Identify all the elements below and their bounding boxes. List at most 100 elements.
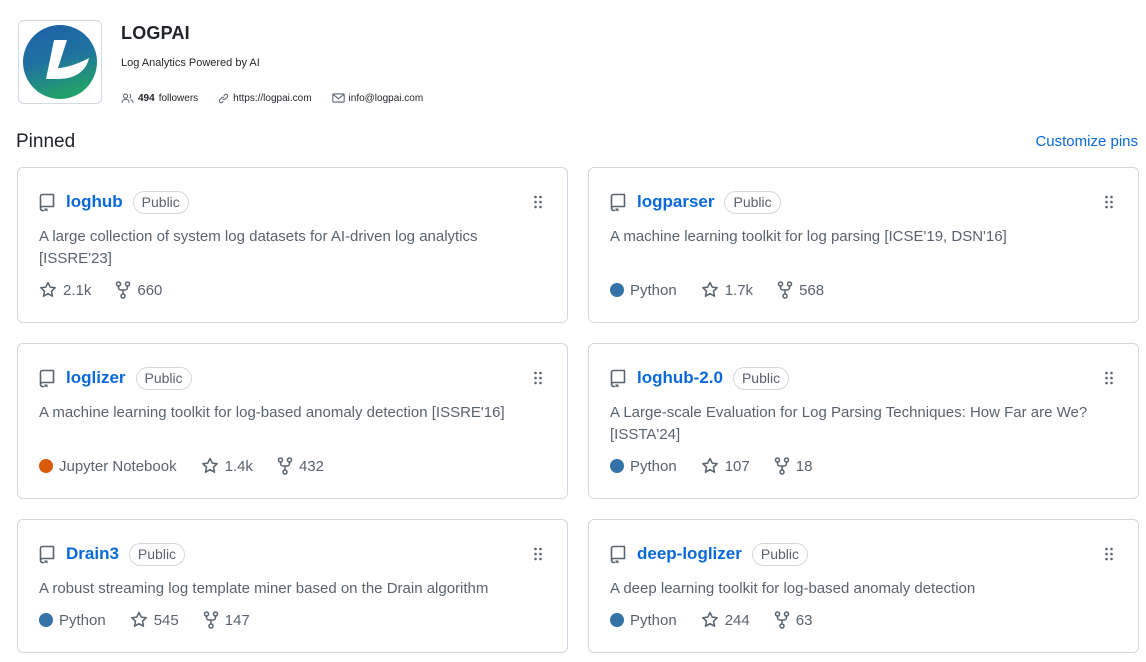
language-indicator: Python bbox=[610, 612, 677, 629]
repo-name-link[interactable]: loglizer bbox=[66, 368, 126, 388]
star-icon bbox=[701, 281, 718, 297]
stars-link[interactable]: 545 bbox=[130, 611, 179, 629]
language-color-dot bbox=[610, 283, 624, 297]
repo-header: loghub-2.0 Public bbox=[610, 366, 790, 390]
stars-count: 1.7k bbox=[724, 281, 754, 299]
repo-icon bbox=[610, 193, 626, 211]
followers-label: followers bbox=[158, 92, 199, 104]
visibility-badge: Public bbox=[732, 366, 790, 390]
visibility-badge: Public bbox=[128, 542, 186, 566]
stars-count: 107 bbox=[724, 457, 750, 475]
mail-icon bbox=[331, 93, 345, 103]
email-text: info@logpai.com bbox=[348, 92, 424, 104]
language-indicator: Jupyter Notebook bbox=[39, 458, 177, 475]
visibility-badge: Public bbox=[135, 366, 192, 390]
repo-name-link[interactable]: deep-loglizer bbox=[637, 544, 742, 564]
followers-link[interactable]: 494 followers bbox=[121, 93, 198, 104]
star-icon bbox=[701, 457, 718, 473]
stars-link[interactable]: 244 bbox=[701, 611, 750, 629]
forks-link[interactable]: 660 bbox=[115, 281, 162, 299]
language-name: Jupyter Notebook bbox=[59, 457, 177, 475]
forks-count: 18 bbox=[795, 457, 813, 475]
fork-icon bbox=[203, 611, 218, 629]
visibility-badge: Public bbox=[751, 542, 808, 566]
website-text: https://logpai.com bbox=[233, 92, 312, 104]
repo-header: logparser Public bbox=[610, 190, 781, 214]
repo-header: Drain3 Public bbox=[39, 542, 186, 566]
stars-link[interactable]: 2.1k bbox=[39, 281, 91, 299]
drag-handle-icon[interactable] bbox=[1104, 371, 1114, 385]
forks-count: 568 bbox=[799, 281, 825, 299]
fork-icon bbox=[774, 611, 789, 629]
drag-handle-icon[interactable] bbox=[533, 371, 543, 385]
repo-header: loghub Public bbox=[39, 190, 189, 214]
link-icon bbox=[218, 93, 229, 103]
forks-link[interactable]: 18 bbox=[774, 457, 813, 475]
fork-icon bbox=[777, 281, 793, 299]
repo-header: loglizer Public bbox=[39, 366, 192, 390]
pinned-repo-card: loghub-2.0 Public A Large-scale Evaluati… bbox=[588, 343, 1139, 499]
forks-count: 147 bbox=[224, 611, 250, 629]
repo-description: A deep learning toolkit for log-based an… bbox=[610, 580, 976, 597]
stars-count: 2.1k bbox=[63, 281, 92, 299]
repo-name-link[interactable]: loghub bbox=[66, 192, 123, 212]
org-header: LOGPAI Log Analytics Powered by AI 494 f… bbox=[18, 20, 1128, 104]
stars-link[interactable]: 107 bbox=[701, 457, 750, 475]
language-indicator: Python bbox=[610, 458, 677, 475]
language-name: Python bbox=[59, 611, 106, 629]
repo-icon bbox=[610, 369, 626, 387]
repo-name-link[interactable]: Drain3 bbox=[66, 544, 119, 564]
repo-name-link[interactable]: logparser bbox=[637, 192, 714, 212]
people-icon bbox=[121, 93, 134, 103]
repo-description: A Large-scale Evaluation for Log Parsing… bbox=[610, 404, 1088, 443]
drag-handle-icon[interactable] bbox=[533, 195, 543, 209]
forks-link[interactable]: 568 bbox=[777, 281, 824, 299]
repo-header: deep-loglizer Public bbox=[610, 542, 808, 566]
repo-meta: Python 545 147 bbox=[39, 610, 274, 630]
repo-name-link[interactable]: loghub-2.0 bbox=[637, 368, 723, 388]
language-color-dot bbox=[39, 459, 53, 473]
repo-description: A large collection of system log dataset… bbox=[39, 228, 478, 267]
forks-link[interactable]: 63 bbox=[774, 611, 813, 629]
repo-description: A machine learning toolkit for log parsi… bbox=[610, 228, 1007, 245]
stars-link[interactable]: 1.7k bbox=[701, 281, 753, 299]
drag-handle-icon[interactable] bbox=[1104, 195, 1114, 209]
forks-link[interactable]: 432 bbox=[277, 457, 324, 475]
fork-icon bbox=[774, 457, 789, 475]
stars-link[interactable]: 1.4k bbox=[201, 457, 253, 475]
star-icon bbox=[130, 611, 147, 627]
star-icon bbox=[40, 281, 56, 297]
pinned-repo-card: loglizer Public A machine learning toolk… bbox=[17, 343, 568, 499]
repo-description: A machine learning toolkit for log-based… bbox=[39, 404, 505, 421]
pinned-repo-card: Drain3 Public A robust streaming log tem… bbox=[17, 519, 568, 653]
email-link[interactable]: info@logpai.com bbox=[331, 92, 424, 104]
language-indicator: Python bbox=[610, 282, 677, 299]
drag-handle-icon[interactable] bbox=[1104, 547, 1114, 561]
repo-meta: Python 1.7k 568 bbox=[610, 280, 848, 300]
language-color-dot bbox=[610, 613, 624, 627]
stars-count: 1.4k bbox=[224, 457, 253, 475]
forks-link[interactable]: 147 bbox=[203, 611, 250, 629]
logpai-logo bbox=[23, 25, 97, 99]
stars-count: 545 bbox=[153, 611, 179, 629]
language-color-dot bbox=[39, 613, 53, 627]
forks-count: 63 bbox=[795, 611, 813, 629]
website-link[interactable]: https://logpai.com bbox=[218, 92, 312, 104]
pinned-repo-card: logparser Public A machine learning tool… bbox=[588, 167, 1139, 323]
repo-meta: Jupyter Notebook 1.4k 432 bbox=[39, 456, 348, 476]
visibility-badge: Public bbox=[724, 190, 781, 214]
star-icon bbox=[201, 457, 218, 473]
repo-meta: Python 107 18 bbox=[610, 456, 836, 476]
fork-icon bbox=[116, 281, 131, 299]
followers-count: 494 bbox=[138, 92, 155, 104]
repo-icon bbox=[39, 545, 55, 563]
language-name: Python bbox=[630, 611, 677, 629]
repo-meta: Python 244 63 bbox=[610, 610, 836, 630]
customize-pins-link[interactable]: Customize pins bbox=[1035, 133, 1138, 150]
repo-icon bbox=[39, 193, 55, 211]
org-avatar[interactable] bbox=[18, 20, 102, 104]
drag-handle-icon[interactable] bbox=[533, 547, 543, 561]
star-icon bbox=[701, 611, 718, 627]
language-indicator: Python bbox=[39, 612, 106, 629]
fork-icon bbox=[277, 457, 293, 475]
